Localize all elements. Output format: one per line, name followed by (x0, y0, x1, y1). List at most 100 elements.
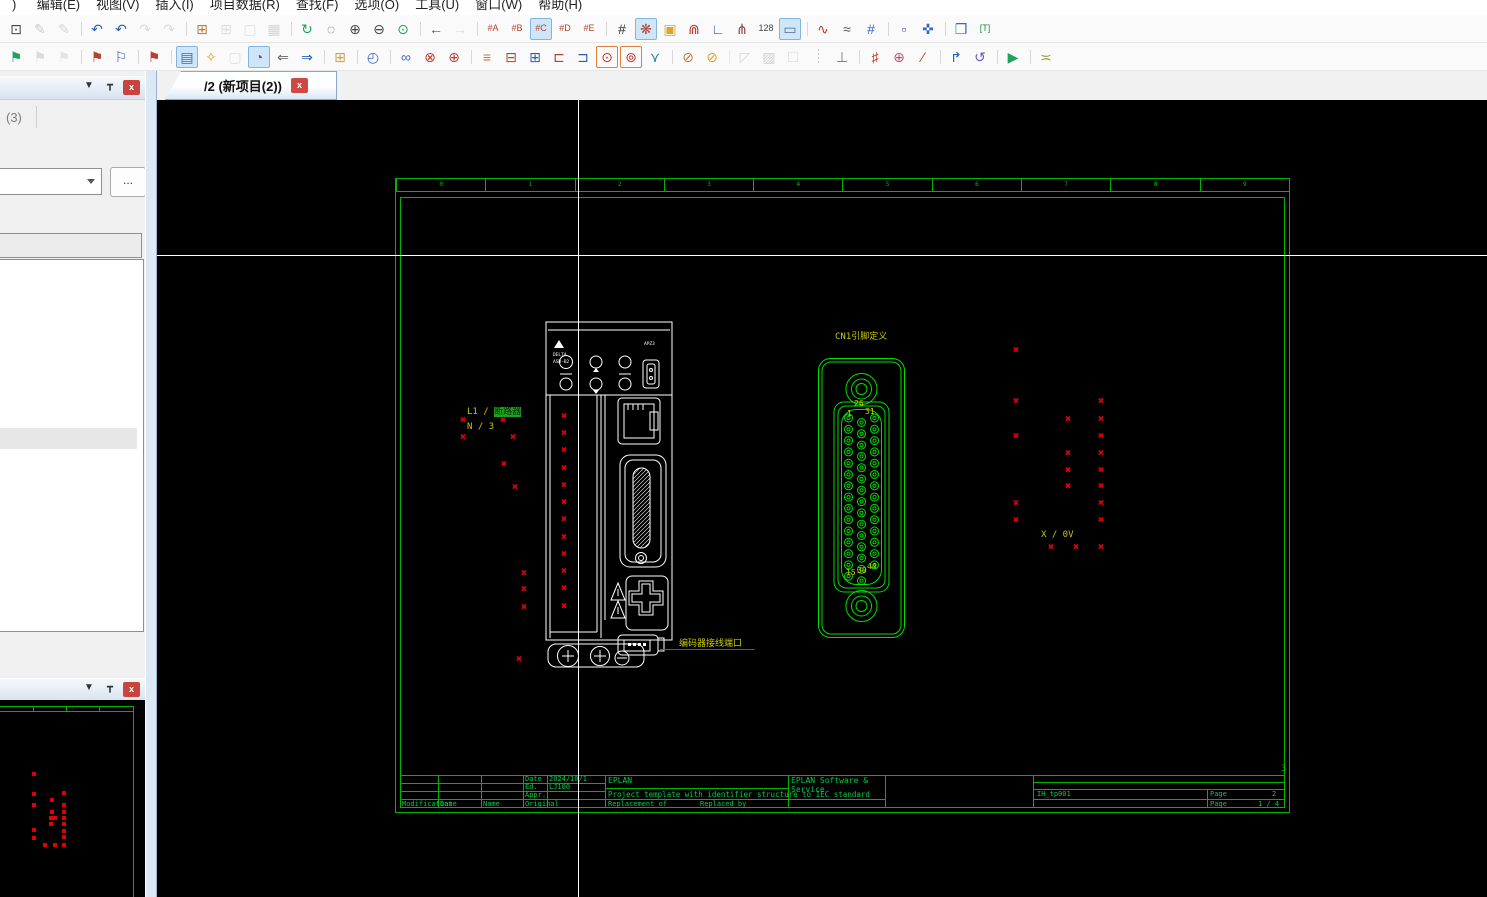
page-properties-icon[interactable]: ▢ (239, 18, 261, 40)
menu-item[interactable]: 帮助(H) (530, 0, 590, 13)
page-next-icon[interactable]: ⇒ (296, 46, 318, 68)
check-next-message-icon[interactable]: ⚑ (53, 46, 75, 68)
next-view-icon[interactable]: → (449, 18, 471, 40)
connection-point-x[interactable] (1098, 397, 1105, 406)
undo-list-icon[interactable]: ↶ (110, 18, 132, 40)
selected-row[interactable] (0, 428, 137, 449)
check-completed-icon[interactable]: ⚑ (5, 46, 27, 68)
connection-point-x[interactable] (561, 464, 568, 473)
connection-point-x[interactable] (561, 498, 568, 507)
connection-point-x[interactable] (521, 569, 528, 578)
connection-point-x[interactable] (510, 433, 517, 442)
connection-point-x[interactable] (1065, 466, 1072, 475)
zoom-100-icon[interactable]: ⊙ (392, 18, 414, 40)
interference-curve-icon[interactable]: ∿ (812, 18, 834, 40)
cable-definition-icon[interactable]: ≡ (476, 46, 498, 68)
connection-point-x[interactable] (1098, 449, 1105, 458)
connection-point-x[interactable] (1098, 432, 1105, 441)
connection-splice-icon[interactable]: ⊕ (888, 46, 910, 68)
menu-item[interactable]: 插入(I) (147, 0, 201, 13)
connection-point-x[interactable] (561, 584, 568, 593)
connection-point-x[interactable] (1098, 516, 1105, 525)
connection-point-x[interactable] (561, 481, 568, 490)
menu-item[interactable]: 项目数据(R) (202, 0, 288, 13)
device-connection-point-2-icon[interactable]: ⊚ (620, 46, 642, 68)
connection-point-x[interactable] (1013, 432, 1020, 441)
tab-close-icon[interactable]: x (291, 78, 308, 93)
redo-list-icon[interactable]: ↷ (158, 18, 180, 40)
report-table-icon[interactable]: ▦ (263, 18, 285, 40)
grid-d-icon[interactable]: #D (554, 18, 576, 40)
connection-point-x[interactable] (1013, 499, 1020, 508)
connection-point-x[interactable] (460, 433, 467, 442)
connection-point-x[interactable] (501, 460, 508, 469)
autoconnect-around-icon[interactable]: ↺ (969, 46, 991, 68)
filter-select[interactable] (0, 168, 102, 195)
browse-button[interactable]: ... (110, 167, 146, 197)
connection-point-x[interactable] (561, 550, 568, 559)
transform-xy-icon[interactable]: ✜ (917, 18, 939, 40)
connection-point-x[interactable] (500, 416, 507, 425)
list-header-bar[interactable] (0, 233, 142, 258)
close-icon[interactable]: x (123, 80, 140, 95)
grid-a-icon[interactable]: #A (482, 18, 504, 40)
connection-point-x[interactable] (1065, 482, 1072, 491)
pin-icon[interactable]: ┳ (102, 682, 118, 693)
placeholder-object-icon[interactable]: ▫ (893, 18, 915, 40)
dashed-region-icon[interactable]: ☐ (782, 46, 804, 68)
plug-navigator-icon[interactable]: ⊏ (548, 46, 570, 68)
page-open-icon[interactable]: ▢ (224, 46, 246, 68)
terminals-icon[interactable]: ⊞ (524, 46, 546, 68)
connection-symbols-icon[interactable]: ♯ (864, 46, 886, 68)
potential-connection-icon[interactable]: ⊘ (701, 46, 723, 68)
connection-point-x[interactable] (516, 655, 523, 664)
zoom-out-icon[interactable]: ⊖ (368, 18, 390, 40)
sidebar-splitter[interactable] (145, 71, 157, 897)
menu-item[interactable]: 查找(F) (288, 0, 347, 13)
connection-point-x[interactable] (561, 412, 568, 421)
measure-icon[interactable]: ▭ (779, 18, 801, 40)
zoom-in-icon[interactable]: ⊕ (344, 18, 366, 40)
connection-point-x[interactable] (1098, 499, 1105, 508)
panel-tab-label[interactable]: (3) (6, 110, 22, 125)
assign-format-icon[interactable]: ✎ (53, 18, 75, 40)
grid-e-icon[interactable]: #E (578, 18, 600, 40)
net-definition-point-icon[interactable]: ⋎ (644, 46, 666, 68)
coordinate-input-icon[interactable]: ∟ (707, 18, 729, 40)
potential-definition-icon[interactable]: ⊘ (677, 46, 699, 68)
interruption-sink-icon[interactable]: ⊕ (443, 46, 465, 68)
bookmark-delete-icon[interactable]: ⚑ (143, 46, 165, 68)
net-grid-icon[interactable]: # (860, 18, 882, 40)
page-macro-navigator-icon[interactable]: ◔ (248, 46, 270, 68)
connection-point-x[interactable] (561, 567, 568, 576)
bookmark-set-icon[interactable]: ⚑ (86, 46, 108, 68)
connection-point-x[interactable] (561, 446, 568, 455)
logic-snap-icon[interactable]: ⋔ (731, 18, 753, 40)
schematic-canvas[interactable]: 0123456789 DELTA ASD-B2 APZ3 (157, 100, 1487, 897)
pin-icon[interactable]: ┳ (102, 80, 118, 91)
connection-point-x[interactable] (1098, 466, 1105, 475)
dropdown-arrow-icon[interactable]: ▼ (81, 682, 97, 693)
connection-point-x[interactable] (521, 603, 528, 612)
weight-balance-icon[interactable]: ⊥ (831, 46, 853, 68)
close-icon[interactable]: x (123, 682, 140, 697)
tree-list[interactable] (0, 259, 144, 632)
zoom-window-icon[interactable]: ◌ (320, 18, 342, 40)
document-tab[interactable]: /2 (新项目(2)) x (165, 71, 337, 100)
hatched-area-icon[interactable]: ▨ (758, 46, 780, 68)
connection-point-x[interactable] (1048, 543, 1055, 552)
bookmark-goto-icon[interactable]: ⚐ (110, 46, 132, 68)
connection-point-x[interactable] (512, 483, 519, 492)
insert-text-icon[interactable]: [T] (974, 18, 996, 40)
connection-point-x[interactable] (460, 416, 467, 425)
plug-definition-icon[interactable]: ⊐ (572, 46, 594, 68)
insert-symbol-macro-icon[interactable]: ⊞ (215, 18, 237, 40)
connection-point-x[interactable] (521, 585, 528, 594)
menu-item[interactable]: 工具(U) (407, 0, 467, 13)
copy-format-icon[interactable]: ✎ (29, 18, 51, 40)
magnetic-snap-icon[interactable]: ⋒ (683, 18, 705, 40)
dropdown-arrow-icon[interactable]: ▼ (81, 80, 97, 91)
connection-point-x[interactable] (1098, 415, 1105, 424)
parts-cart-icon[interactable]: ❒ (950, 18, 972, 40)
generate-connections-icon[interactable]: ▶ (1002, 46, 1024, 68)
